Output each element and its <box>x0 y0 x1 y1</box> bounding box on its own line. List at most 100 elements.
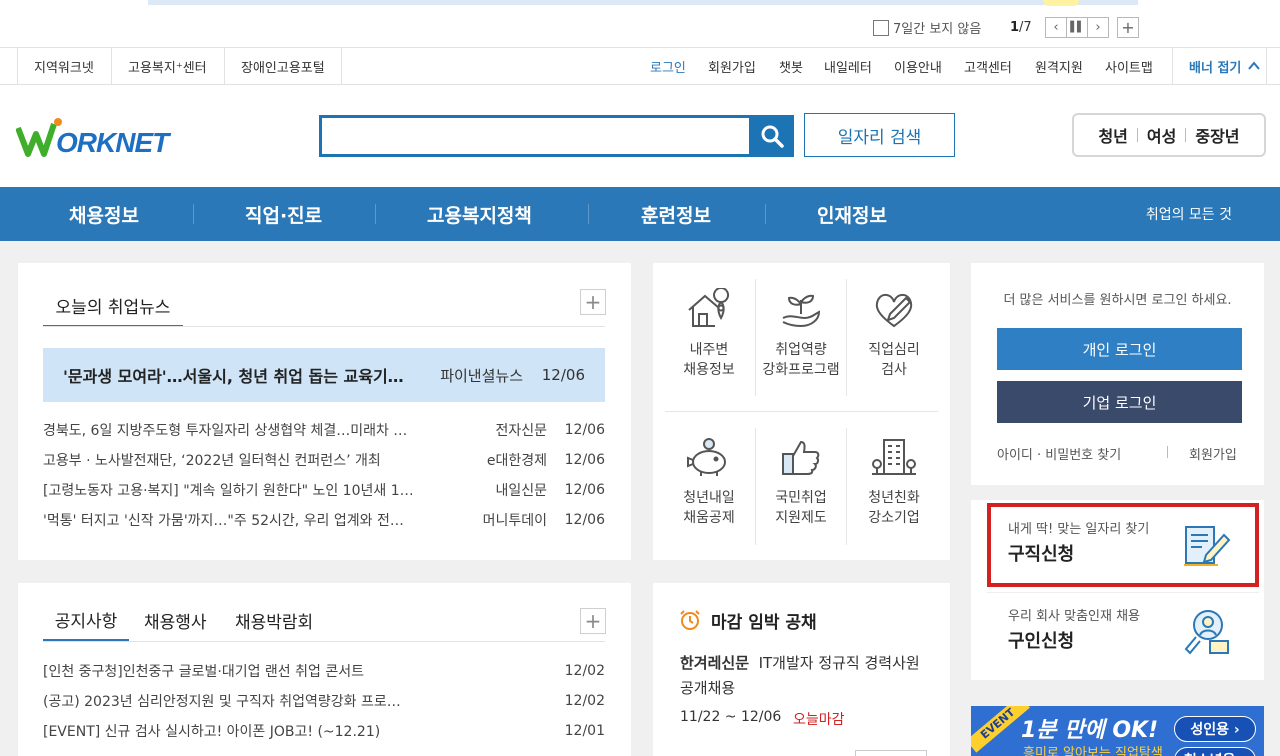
login-prompt: 더 많은 서비스를 원하시면 로그인 하세요. <box>1003 293 1232 308</box>
link-remote-support[interactable]: 원격지원 <box>1035 48 1083 84</box>
audience-women[interactable]: 여성 <box>1138 123 1185 147</box>
tab-job-fair[interactable]: 채용박람회 <box>235 599 313 641</box>
divider <box>765 204 766 224</box>
company-login-button[interactable]: 기업 로그인 <box>997 381 1242 423</box>
audience-middle-aged[interactable]: 중장년 <box>1186 123 1248 147</box>
divider <box>846 279 847 396</box>
news-more-button[interactable]: + <box>580 289 606 315</box>
link-chatbot[interactable]: 챗봇 <box>779 48 803 84</box>
notice-row: [인천 중구청]인천중구 글로벌·대기업 랜선 취업 콘서트 12/02 <box>43 656 605 686</box>
promo-banner-strip[interactable] <box>148 0 1138 5</box>
divider <box>588 204 589 224</box>
banner-prev-button[interactable]: ‹ <box>1045 17 1067 38</box>
link-employment-welfare-center[interactable]: 고용복지⁺센터 <box>128 48 207 84</box>
event-adult-button[interactable]: 성인용 › <box>1174 716 1256 742</box>
service-competency-program[interactable]: 취업역량 강화프로그램 <box>756 288 846 380</box>
link-customer-center[interactable]: 고객센터 <box>964 48 1012 84</box>
tab-notice[interactable]: 공지사항 <box>43 599 129 641</box>
news-row: 고용부 · 노사발전재단, ‘2022년 일터혁신 컨퍼런스’ 개최 e대한경제 1… <box>43 445 605 475</box>
plus-icon: + <box>1121 18 1135 37</box>
link-regional-worknet[interactable]: 지역워크넷 <box>34 48 94 84</box>
banner-pager: 1/7 <box>1010 20 1032 35</box>
banner-pause-button[interactable]: ▌▌ <box>1066 17 1088 38</box>
divider <box>665 411 938 412</box>
news-date: 12/06 <box>564 452 605 468</box>
link-login[interactable]: 로그인 <box>650 48 686 84</box>
divider <box>111 48 112 84</box>
nav-training[interactable]: 훈련정보 <box>641 187 711 241</box>
alarm-clock-icon <box>680 610 700 630</box>
nav-career[interactable]: 직업·진로 <box>245 187 322 241</box>
divider <box>846 428 847 545</box>
notice-row: (공고) 2023년 심리안정지원 및 구직자 취업역량강화 프로… 12/02 <box>43 686 605 716</box>
news-title-link[interactable]: [고령노동자 고용·복지] "계속 일하기 원한다" 노인 10년새 1… <box>43 480 443 500</box>
banner-fold-button[interactable]: 배너 접기 <box>1189 48 1261 84</box>
personal-login-button[interactable]: 개인 로그인 <box>997 328 1242 370</box>
all-menu-link[interactable]: 취업의 모든 것 <box>1146 187 1232 241</box>
service-youth-fund[interactable]: 청년내일 채움공제 <box>664 436 754 528</box>
featured-news-item[interactable]: '문과생 모여라'…서울시, 청년 취업 돕는 교육기… 파이낸셜뉴스 12/0… <box>43 348 605 402</box>
service-national-employment[interactable]: 국민취업 지원제도 <box>756 436 846 528</box>
divider <box>43 641 605 642</box>
audience-youth[interactable]: 청년 <box>1089 123 1136 147</box>
event-youth-button[interactable]: 청소년용 › <box>1174 747 1256 756</box>
thumbs-up-icon <box>782 440 820 475</box>
chevron-left-icon: ‹ <box>1053 20 1059 35</box>
news-source: 머니투데이 <box>482 513 547 529</box>
notice-date: 12/02 <box>564 693 605 709</box>
logo-mark-icon: ORKNET <box>15 118 173 158</box>
notice-more-button[interactable]: + <box>580 608 606 634</box>
event-headline: 1분 만에 OK! <box>1021 718 1159 743</box>
nav-welfare-policy[interactable]: 고용복지정책 <box>427 187 532 241</box>
nav-talent[interactable]: 인재정보 <box>817 187 887 241</box>
notice-title-link[interactable]: (공고) 2023년 심리안정지원 및 구직자 취업역량강화 프로… <box>43 691 453 711</box>
service-label: 국민취업 지원제도 <box>775 490 827 526</box>
featured-news-source: 파이낸셜뉴스 <box>440 366 523 385</box>
event-banner[interactable]: EVENT 1분 만에 OK! 흥미로 알아보는 직업탐색 성인용 › 청소년용… <box>971 706 1264 756</box>
divider <box>224 48 225 84</box>
service-psych-test[interactable]: 직업심리 검사 <box>849 288 939 380</box>
link-disabled-portal[interactable]: 장애인고용포털 <box>241 48 325 84</box>
search-input[interactable] <box>319 115 752 157</box>
banner-more-button[interactable]: + <box>1117 17 1139 38</box>
job-apply-title: 구직신청 <box>1008 544 1075 565</box>
notice-title-link[interactable]: [인천 중구청]인천중구 글로벌·대기업 랜선 취업 콘서트 <box>43 661 453 681</box>
deadline-job-link[interactable]: 한겨레신문 IT개발자 정규직 경력사원 공개채용 <box>680 651 920 701</box>
talent-search-icon <box>1184 610 1229 655</box>
notice-date: 12/02 <box>564 663 605 679</box>
job-search-button[interactable]: 일자리 검색 <box>804 113 955 157</box>
service-label: 내주변 채용정보 <box>683 342 735 378</box>
link-signup[interactable]: 회원가입 <box>708 48 756 84</box>
news-title-link[interactable]: '먹통' 터지고 '신작 가뭄'까지…"주 52시간, 우리 업계와 전… <box>43 510 443 530</box>
news-title-link[interactable]: 경북도, 6일 지방주도형 투자일자리 상생협약 체결…미래차 … <box>43 420 443 440</box>
link-sitemap[interactable]: 사이트맵 <box>1105 48 1153 84</box>
heart-pen-icon <box>875 294 913 328</box>
find-id-password-link[interactable]: 아이디 · 비밀번호 찾기 <box>997 444 1121 463</box>
deadline-today-badge: 오늘마감 <box>793 712 845 728</box>
service-label: 직업심리 검사 <box>868 342 920 378</box>
nav-job-info[interactable]: 채용정보 <box>69 187 139 241</box>
checkbox-box[interactable] <box>873 19 889 36</box>
deadline-pager[interactable] <box>855 750 927 756</box>
notice-title-link[interactable]: [EVENT] 신규 검사 실시하고! 아이폰 JOB고! (~12.21) <box>43 721 453 741</box>
utility-bar: 지역워크넷 고용복지⁺센터 장애인고용포털 로그인 회원가입 챗봇 내일레터 이… <box>0 47 1280 85</box>
news-date: 12/06 <box>564 482 605 498</box>
tab-recruit-events[interactable]: 채용행사 <box>144 599 207 641</box>
hide-7days-label: 7일간 보지 않음 <box>893 22 982 37</box>
search-button[interactable] <box>750 115 794 157</box>
service-youth-friendly-firms[interactable]: 청년친화 강소기업 <box>849 436 939 528</box>
banner-next-button[interactable]: › <box>1087 17 1109 38</box>
banner-bulb-image <box>1043 0 1079 6</box>
tab-news[interactable]: 오늘의 취업뉴스 <box>43 285 183 327</box>
divider <box>1167 446 1168 458</box>
worknet-logo[interactable]: ORKNET <box>15 116 196 166</box>
pager-total: /7 <box>1019 20 1032 35</box>
hide-7days-checkbox[interactable]: 7일간 보지 않음 <box>873 18 981 37</box>
pause-icon: ▌▌ <box>1070 22 1084 33</box>
link-guide[interactable]: 이용안내 <box>894 48 942 84</box>
link-newsletter[interactable]: 내일레터 <box>824 48 872 84</box>
signup-link[interactable]: 회원가입 <box>1189 444 1237 463</box>
divider <box>375 204 376 224</box>
service-nearby-jobs[interactable]: 내주변 채용정보 <box>664 288 754 380</box>
news-title-link[interactable]: 고용부 · 노사발전재단, ‘2022년 일터혁신 컨퍼런스’ 개최 <box>43 450 443 470</box>
